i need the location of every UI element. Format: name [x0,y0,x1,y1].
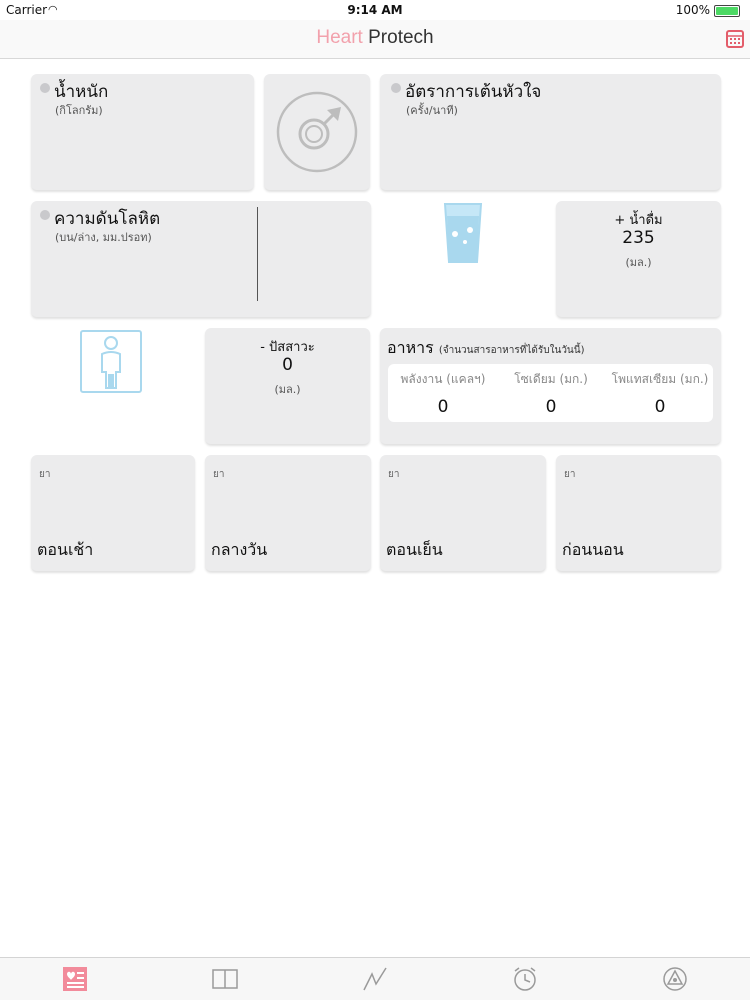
person-icon[interactable] [80,330,142,393]
app-title: Heart Protech [316,27,434,48]
urine-label: - ปัสสาวะ [260,340,315,355]
water-glass-icon[interactable] [443,202,483,264]
urine-value: 0 [282,355,293,375]
medicine-morning-card[interactable]: ยา ตอนเช้า [31,455,195,571]
medicine-label: ยา [213,469,225,480]
status-dot [391,83,401,93]
food-title-row: อาหาร (จำนวนสารอาหารที่ได้รับในวันนี้) [387,336,585,361]
potassium-column: โพแทสเซียม (มก.) 0 [605,370,715,417]
food-subtitle: (จำนวนสารอาหารที่ได้รับในวันนี้) [438,345,585,356]
divider [257,207,258,301]
graph-icon[interactable] [362,966,388,992]
food-title: อาหาร [387,338,434,357]
food-card[interactable]: อาหาร (จำนวนสารอาหารที่ได้รับในวันนี้) พ… [380,328,721,444]
status-dot [40,210,50,220]
medicine-time: ก่อนนอน [562,540,624,559]
battery-icon [714,5,740,17]
water-label: + น้ำดื่ม [614,213,663,228]
calendar-icon[interactable] [726,30,744,48]
medicine-time: กลางวัน [211,540,268,559]
sodium-label: โซเดียม (มก.) [514,372,588,386]
medicine-noon-card[interactable]: ยา กลางวัน [205,455,371,571]
medicine-time: ตอนเย็น [386,540,443,559]
book-icon[interactable] [212,966,238,992]
sodium-column: โซเดียม (มก.) 0 [496,370,606,417]
medicine-bedtime-card[interactable]: ยา ก่อนนอน [556,455,721,571]
energy-column: พลังงาน (แคลฯ) 0 [388,370,498,417]
water-unit: (มล.) [625,256,652,269]
weight-unit: (กิโลกรัม) [55,104,103,117]
sodium-value: 0 [545,397,557,417]
medicine-label: ยา [564,469,576,480]
potassium-value: 0 [654,397,666,417]
urine-unit: (มล.) [274,383,301,396]
battery-percent: 100% [675,3,710,17]
weight-card[interactable]: น้ำหนัก (กิโลกรัม) [31,74,254,190]
potassium-label: โพแทสเซียม (มก.) [611,372,709,386]
urine-card[interactable]: - ปัสสาวะ 0 (มล.) [205,328,370,444]
status-bar: Carrier ◠ 9:14 AM 100% [0,0,750,20]
status-dot [40,83,50,93]
medicine-evening-card[interactable]: ยา ตอนเย็น [380,455,546,571]
gender-card[interactable] [264,74,370,190]
nav-bar: Heart Protech [0,20,750,59]
heart-rate-unit: (ครั้ง/นาที) [406,104,458,117]
heart-rate-card[interactable]: อัตราการเต้นหัวใจ (ครั้ง/นาที) [380,74,721,190]
medicine-time: ตอนเช้า [37,540,94,559]
energy-label: พลังงาน (แคลฯ) [400,372,486,386]
blood-pressure-unit: (บน/ล่าง, มม.ปรอท) [55,231,152,244]
water-card[interactable]: + น้ำดื่ม 235 (มล.) [556,201,721,317]
water-value: 235 [622,228,655,248]
settings-icon[interactable] [662,966,688,992]
dashboard-icon[interactable] [62,966,88,992]
male-symbol-icon [276,91,358,173]
alarm-icon[interactable] [512,966,538,992]
medicine-label: ยา [388,469,400,480]
food-summary: พลังงาน (แคลฯ) 0 โซเดียม (มก.) 0 โพแทสเซ… [388,364,713,422]
clock: 9:14 AM [347,3,403,17]
medicine-label: ยา [39,469,51,480]
tab-bar [0,957,750,1000]
energy-value: 0 [437,397,449,417]
blood-pressure-card[interactable]: ความดันโลหิต (บน/ล่าง, มม.ปรอท) [31,201,371,317]
